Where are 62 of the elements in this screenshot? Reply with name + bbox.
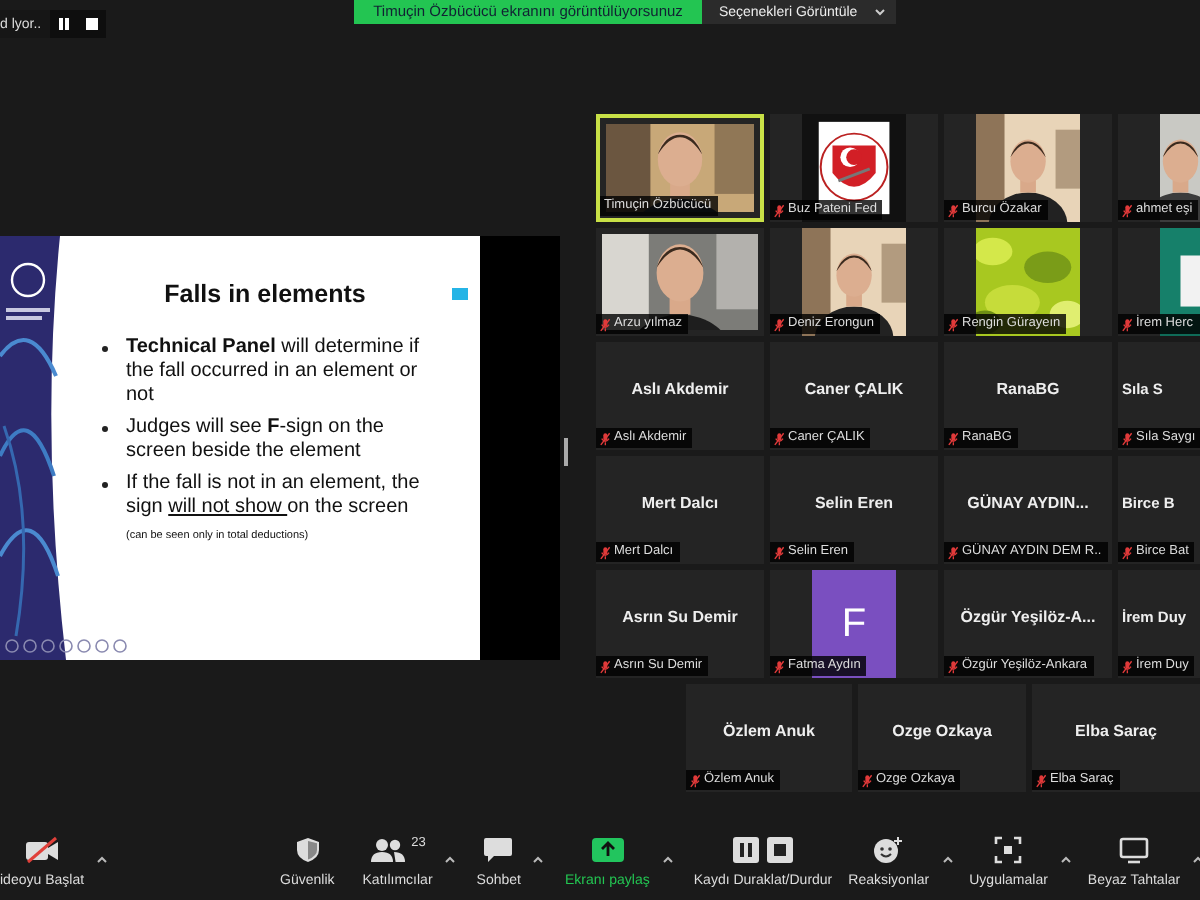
slide-tag-icon: [452, 288, 468, 300]
caret-up-icon: [532, 856, 545, 864]
whiteboard-icon: [1118, 836, 1151, 864]
muted-mic-icon: [600, 431, 610, 445]
muted-mic-icon: [600, 317, 610, 331]
participant-name: Caner ÇALIK: [804, 379, 904, 397]
bullet-dot: [102, 426, 108, 432]
caret-up-icon: [96, 856, 109, 864]
slide-title: Falls in elements: [164, 280, 366, 308]
participant-name: Özgür Yeşilöz-A...: [960, 607, 1096, 625]
muted-mic-icon: [948, 317, 958, 331]
stop-icon: [85, 18, 98, 30]
muted-mic-icon: [774, 431, 784, 445]
participant-name: Selin Eren: [814, 493, 894, 511]
caret-up-icon: [941, 856, 954, 864]
muted-mic-icon: [1122, 431, 1132, 445]
stop-recording-button[interactable]: [77, 10, 106, 38]
muted-mic-icon: [774, 203, 784, 217]
caret-up-icon: [661, 856, 674, 864]
participant-name: RanaBG: [996, 379, 1060, 397]
participant-name: GÜNAY AYDIN...: [967, 493, 1089, 511]
pause-recording-button[interactable]: [49, 10, 78, 38]
participant-name: Aslı Akdemir: [631, 379, 729, 397]
apps-icon: [994, 836, 1023, 864]
stop-icon: [766, 836, 795, 864]
muted-mic-icon: [1122, 659, 1132, 673]
bullet-dot: [102, 346, 108, 352]
muted-mic-icon: [690, 773, 700, 787]
pause-icon: [57, 18, 70, 30]
caret-up-icon: [444, 856, 457, 864]
camera-off-icon: [24, 836, 61, 864]
muted-mic-icon: [948, 431, 958, 445]
smiley-plus-icon: [872, 836, 905, 864]
participant-name: Elba Saraç: [1075, 721, 1157, 739]
muted-mic-icon: [774, 545, 784, 559]
bullet-text: Technical Panel will determine if the fall occurred in an element or not: [126, 336, 422, 408]
muted-mic-icon: [1036, 773, 1046, 787]
caret-down-icon: [873, 8, 886, 16]
people-icon: [369, 836, 406, 864]
muted-mic-icon: [1122, 203, 1132, 217]
muted-mic-icon: [600, 545, 610, 559]
muted-mic-icon: [948, 659, 958, 673]
bullet-dot: [102, 482, 108, 488]
muted-mic-icon: [774, 317, 784, 331]
participant-name: Asrın Su Demir: [622, 607, 738, 625]
shield-icon: [293, 836, 322, 864]
share-screen-icon: [589, 836, 626, 864]
muted-mic-icon: [1122, 545, 1132, 559]
muted-mic-icon: [1122, 317, 1132, 331]
pause-icon: [732, 836, 761, 864]
muted-mic-icon: [948, 545, 958, 559]
participant-name: Özlem Anuk: [723, 721, 815, 739]
muted-mic-icon: [774, 659, 784, 673]
participant-name: Ozge Ozkaya: [892, 721, 992, 739]
bullet-text: Judges will see F-sign on the screen beside the element: [126, 416, 386, 464]
participant-name: Mert Dalcı: [641, 493, 719, 511]
muted-mic-icon: [600, 659, 610, 673]
chat-icon: [482, 836, 515, 864]
caret-up-icon: [1059, 856, 1072, 864]
muted-mic-icon: [948, 203, 958, 217]
splitter-handle[interactable]: [564, 438, 568, 466]
muted-mic-icon: [862, 773, 872, 787]
